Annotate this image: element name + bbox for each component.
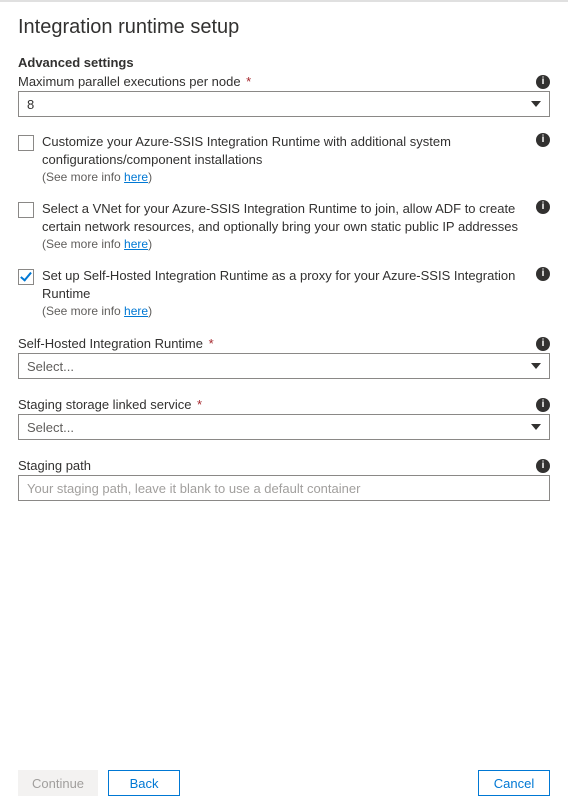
chevron-down-icon	[531, 424, 541, 430]
footer: Continue Back Cancel	[0, 759, 568, 807]
shir-select[interactable]: Select...	[18, 353, 550, 379]
customize-checkbox-row: Customize your Azure-SSIS Integration Ru…	[18, 133, 550, 184]
proxy-here-link[interactable]: here	[124, 304, 148, 318]
max-parallel-select[interactable]: 8	[18, 91, 550, 117]
max-parallel-value: 8	[27, 97, 34, 112]
required-asterisk: *	[193, 397, 202, 412]
staging-service-placeholder: Select...	[27, 420, 74, 435]
info-icon[interactable]	[536, 267, 550, 281]
shir-label: Self-Hosted Integration Runtime	[18, 336, 203, 351]
info-icon[interactable]	[536, 337, 550, 351]
info-icon[interactable]	[536, 398, 550, 412]
max-parallel-label-row: Maximum parallel executions per node *	[18, 74, 550, 89]
customize-see-more: (See more info here)	[42, 170, 524, 184]
proxy-checkbox-row: Set up Self-Hosted Integration Runtime a…	[18, 267, 550, 318]
vnet-checkbox-row: Select a VNet for your Azure-SSIS Integr…	[18, 200, 550, 251]
required-asterisk: *	[243, 74, 252, 89]
customize-here-link[interactable]: here	[124, 170, 148, 184]
info-icon[interactable]	[536, 459, 550, 473]
proxy-see-more: (See more info here)	[42, 304, 524, 318]
staging-service-select[interactable]: Select...	[18, 414, 550, 440]
proxy-checkbox-label: Set up Self-Hosted Integration Runtime a…	[42, 267, 524, 302]
required-asterisk: *	[205, 336, 214, 351]
section-heading-advanced: Advanced settings	[18, 55, 550, 70]
staging-path-label-row: Staging path	[18, 458, 550, 473]
chevron-down-icon	[531, 363, 541, 369]
page-title: Integration runtime setup	[18, 16, 550, 39]
continue-button: Continue	[18, 770, 98, 796]
info-icon[interactable]	[536, 75, 550, 89]
shir-select-placeholder: Select...	[27, 359, 74, 374]
staging-path-label: Staging path	[18, 458, 91, 473]
info-icon[interactable]	[536, 133, 550, 147]
chevron-down-icon	[531, 101, 541, 107]
vnet-checkbox[interactable]	[18, 202, 34, 218]
customize-checkbox-label: Customize your Azure-SSIS Integration Ru…	[42, 133, 524, 168]
back-button[interactable]: Back	[108, 770, 180, 796]
cancel-button[interactable]: Cancel	[478, 770, 550, 796]
setup-panel: Integration runtime setup Advanced setti…	[0, 2, 568, 501]
shir-label-row: Self-Hosted Integration Runtime *	[18, 336, 550, 351]
staging-path-input[interactable]	[27, 476, 541, 500]
proxy-checkbox[interactable]	[18, 269, 34, 285]
staging-service-label: Staging storage linked service	[18, 397, 191, 412]
vnet-here-link[interactable]: here	[124, 237, 148, 251]
vnet-checkbox-label: Select a VNet for your Azure-SSIS Integr…	[42, 200, 524, 235]
max-parallel-label: Maximum parallel executions per node	[18, 74, 241, 89]
customize-checkbox[interactable]	[18, 135, 34, 151]
staging-path-input-wrap	[18, 475, 550, 501]
staging-service-label-row: Staging storage linked service *	[18, 397, 550, 412]
info-icon[interactable]	[536, 200, 550, 214]
vnet-see-more: (See more info here)	[42, 237, 524, 251]
